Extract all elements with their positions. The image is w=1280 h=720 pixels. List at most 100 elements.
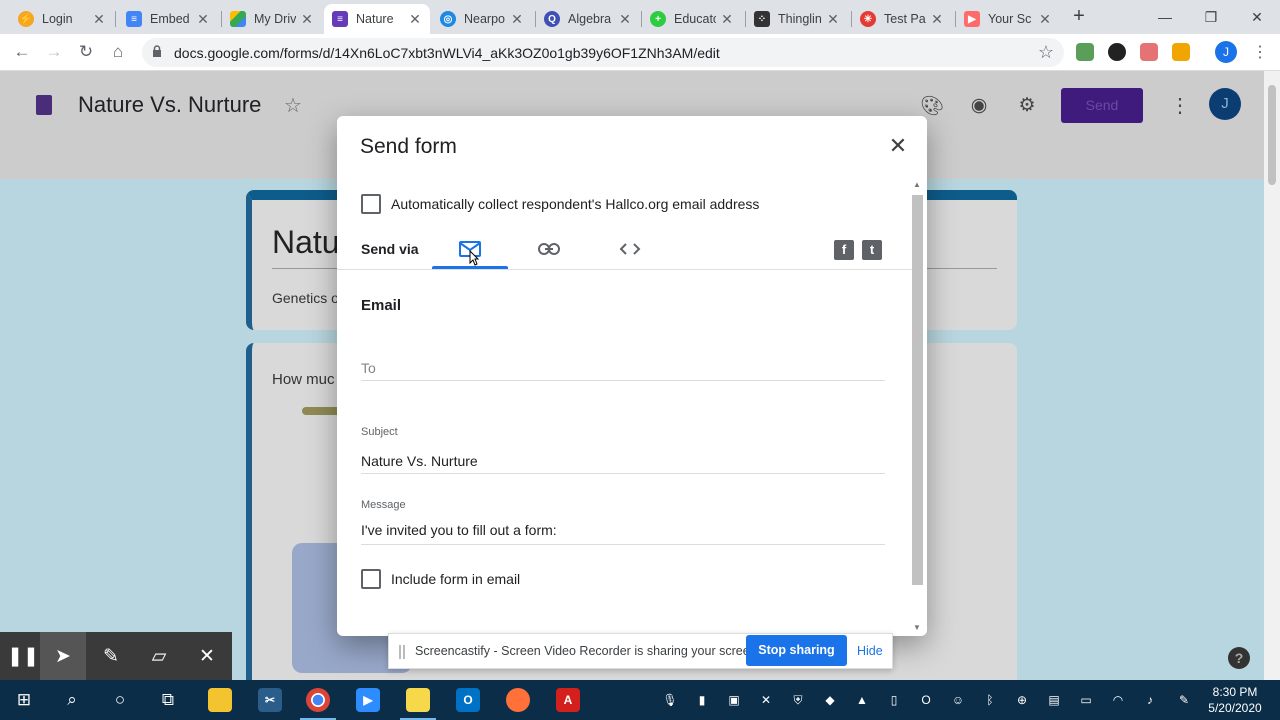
outlook-tray-icon[interactable]: O [918, 692, 934, 708]
reload-icon[interactable]: ↻ [75, 41, 97, 63]
close-tab-icon[interactable]: ✕ [826, 11, 840, 28]
palette-icon[interactable]: 🎨︎ [920, 94, 944, 117]
volume-icon[interactable]: ♪ [1142, 692, 1158, 708]
sticky-notes-app[interactable] [394, 680, 442, 720]
green-app-tray-icon[interactable]: ⊕ [1014, 692, 1030, 708]
close-tab-icon[interactable]: ✕ [720, 11, 734, 28]
settings-gear-icon[interactable]: ⚙ [1016, 94, 1038, 116]
twitter-icon[interactable]: t [862, 240, 882, 260]
home-icon[interactable]: ⌂ [107, 41, 129, 63]
collect-email-checkbox[interactable] [361, 194, 381, 214]
shield-icon[interactable]: ⛨ [790, 692, 806, 708]
star-icon[interactable]: ☆ [284, 93, 302, 118]
window-close-icon[interactable]: ✕ [1234, 4, 1280, 30]
stop-sharing-button[interactable]: Stop sharing [746, 635, 847, 666]
browser-tab-thinglink[interactable]: ⁘ Thinglin ✕ [746, 4, 848, 34]
hide-link[interactable]: Hide [857, 644, 883, 658]
close-tab-icon[interactable]: ✕ [510, 11, 524, 28]
close-tab-icon[interactable]: ✕ [1038, 11, 1052, 28]
bookmark-star-icon[interactable]: ☆ [1038, 42, 1054, 63]
phone-icon[interactable]: ▮ [694, 692, 710, 708]
outlook-icon: O [456, 688, 480, 712]
include-form-checkbox[interactable] [361, 569, 381, 589]
more-options-icon[interactable]: ⋮ [1170, 93, 1190, 118]
browser-tab-algebra[interactable]: Q Algebra ✕ [536, 4, 640, 34]
user-tray-icon[interactable]: ☺ [950, 692, 966, 708]
page-scrollbar[interactable] [1264, 71, 1280, 680]
extension-screencastify-icon[interactable] [1140, 43, 1158, 61]
close-tab-icon[interactable]: ✕ [930, 11, 944, 28]
close-tab-icon[interactable]: ✕ [196, 11, 210, 28]
subject-input[interactable]: Nature Vs. Nurture [361, 453, 478, 469]
browser-tab-login[interactable]: ⚡ Login ✕ [10, 4, 114, 34]
task-view-icon[interactable]: ⧉ [156, 688, 180, 712]
preview-eye-icon[interactable]: ◉ [968, 94, 990, 116]
cortana-icon[interactable]: ○ [108, 688, 132, 712]
dialog-scrollbar[interactable]: ▲ ▼ [911, 180, 924, 635]
forward-icon[interactable]: → [43, 41, 65, 63]
windows-start-icon[interactable]: ⊞ [12, 688, 36, 712]
file-explorer-app[interactable] [196, 680, 244, 720]
display-tray-icon[interactable]: ▤ [1046, 692, 1062, 708]
pen-tray-icon[interactable]: ✎ [1176, 692, 1192, 708]
scroll-down-icon[interactable]: ▼ [913, 623, 921, 632]
back-icon[interactable]: ← [11, 41, 33, 63]
docs-favicon-icon: ≡ [126, 11, 142, 27]
browser-tab-embed[interactable]: ≡ Embed ✕ [118, 4, 218, 34]
embed-icon[interactable] [619, 238, 641, 260]
outlook-app[interactable]: O [444, 680, 492, 720]
help-icon[interactable]: ? [1228, 647, 1250, 669]
browser-menu-icon[interactable]: ⋮ [1252, 42, 1268, 62]
pen-icon[interactable]: ✎ [88, 632, 134, 682]
chrome-app[interactable] [294, 680, 342, 720]
close-tab-icon[interactable]: ✕ [300, 11, 314, 28]
browser-tab-educator[interactable]: + Educato ✕ [642, 4, 742, 34]
send-button[interactable]: Send [1061, 88, 1143, 123]
eraser-icon[interactable]: ▱ [136, 632, 182, 682]
profile-avatar[interactable]: J [1215, 41, 1237, 63]
form-title[interactable]: Nature Vs. Nurture [78, 92, 261, 118]
dialog-scroll-thumb[interactable] [912, 195, 923, 585]
system-clock[interactable]: 8:30 PM 5/20/2020 [1204, 684, 1266, 716]
browser-tab-drive[interactable]: My Driv ✕ [222, 4, 322, 34]
account-avatar[interactable]: J [1209, 88, 1241, 120]
close-tray-icon[interactable]: ✕ [758, 692, 774, 708]
drive-tray-icon[interactable]: ▲ [854, 692, 870, 708]
browser-tab-nature[interactable]: ≡ Nature ✕ [324, 4, 430, 34]
scroll-up-icon[interactable]: ▲ [913, 180, 921, 189]
search-icon[interactable]: ⌕ [60, 688, 84, 712]
dropbox-icon[interactable]: ◆ [822, 692, 838, 708]
zoom-tray-icon[interactable]: ▣ [726, 692, 742, 708]
close-tab-icon[interactable]: ✕ [618, 11, 632, 28]
snipping-app[interactable]: ✂ [246, 680, 294, 720]
close-tab-icon[interactable]: ✕ [408, 11, 422, 28]
acrobat-app[interactable]: A [544, 680, 592, 720]
facebook-icon[interactable]: f [834, 240, 854, 260]
close-annotation-icon[interactable]: ✕ [184, 632, 230, 682]
address-bar[interactable]: docs.google.com/forms/d/14Xn6LoC7xbt3nWL… [142, 38, 1064, 67]
zoom-app[interactable]: ▶ [344, 680, 392, 720]
to-input[interactable]: To [361, 360, 376, 376]
close-tab-icon[interactable]: ✕ [92, 11, 106, 28]
extension-puzzle-icon[interactable] [1172, 43, 1190, 61]
battery-icon[interactable]: ▭ [1078, 692, 1094, 708]
close-icon[interactable]: ✕ [887, 135, 909, 157]
drag-handle-icon[interactable] [399, 645, 405, 659]
restore-icon[interactable]: ❐ [1188, 4, 1234, 30]
microphone-icon[interactable]: 🎙︎ [662, 692, 678, 708]
extension-camera-icon[interactable] [1108, 43, 1126, 61]
new-tab-button[interactable]: + [1069, 6, 1089, 26]
message-input[interactable]: I've invited you to fill out a form: [361, 522, 557, 538]
link-icon[interactable] [538, 238, 560, 260]
firefox-app[interactable] [494, 680, 542, 720]
bluetooth-icon[interactable]: ᛒ [982, 692, 998, 708]
wifi-icon[interactable]: ◠ [1110, 692, 1126, 708]
browser-tab-screencastify[interactable]: ▶ Your Sc ✕ [956, 4, 1060, 34]
browser-tab-nearpod[interactable]: ◎ Nearpo ✕ [432, 4, 532, 34]
scroll-thumb[interactable] [1268, 85, 1276, 185]
pointer-icon[interactable]: ➤ [40, 632, 86, 682]
extension-printer-icon[interactable] [1076, 43, 1094, 61]
document-tray-icon[interactable]: ▯ [886, 692, 902, 708]
browser-tab-testpark[interactable]: ✳ Test Par ✕ [852, 4, 952, 34]
minimize-icon[interactable]: — [1142, 4, 1188, 30]
